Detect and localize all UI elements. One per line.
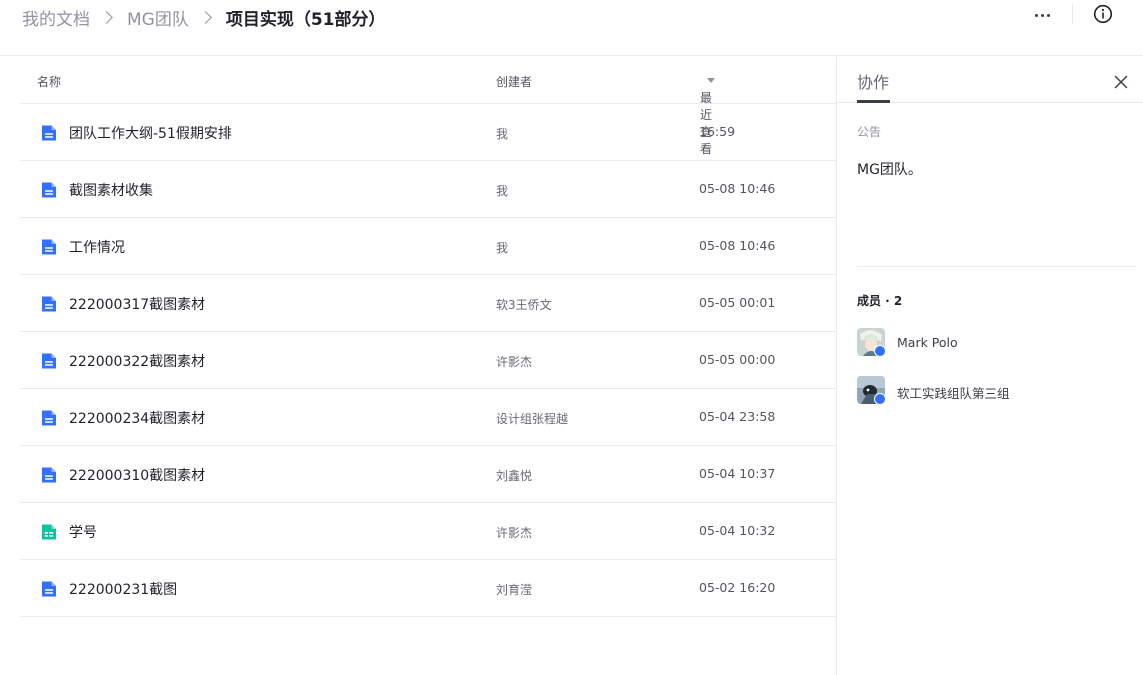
file-creator: 我 <box>496 241 509 255</box>
table-row[interactable]: 222000234截图素材 设计组张程越 05-04 23:58 <box>20 389 836 446</box>
member-name: Mark Polo <box>897 335 958 350</box>
active-tab-indicator <box>857 100 890 103</box>
table-row[interactable]: 222000231截图 刘育滢 05-02 16:20 <box>20 560 836 617</box>
members-title: 成员 · 2 <box>857 294 903 308</box>
file-last-viewed: 05-04 10:32 <box>699 523 776 538</box>
table-row[interactable]: 团队工作大纲-51假期安排 我 16:59 <box>20 104 836 161</box>
file-name: 222000231截图 <box>69 582 178 598</box>
file-name: 团队工作大纲-51假期安排 <box>69 126 232 142</box>
doc-file-icon <box>42 467 56 483</box>
file-creator: 我 <box>496 127 509 141</box>
breadcrumb-my-docs[interactable]: 我的文档 <box>22 5 90 30</box>
file-last-viewed: 05-04 23:58 <box>699 409 776 424</box>
file-creator: 软3王侨文 <box>496 298 552 312</box>
panel-divider <box>857 266 1136 267</box>
notice-text: MG团队。 <box>857 162 922 178</box>
doc-file-icon <box>42 239 56 255</box>
file-last-viewed: 05-05 00:01 <box>699 295 776 310</box>
table-row[interactable]: 截图素材收集 我 05-08 10:46 <box>20 161 836 218</box>
table-row[interactable]: 学号 许影杰 05-04 10:32 <box>20 503 836 560</box>
doc-file-icon <box>42 581 56 597</box>
column-header-last-viewed[interactable]: 最近查看 <box>700 73 715 156</box>
table-row[interactable]: 工作情况 我 05-08 10:46 <box>20 218 836 275</box>
toolbar-divider <box>1072 4 1073 24</box>
file-name: 222000234截图素材 <box>69 411 206 427</box>
file-list: 名称 创建者 最近查看 团队工作大纲-51假期安排我 16:59 截图素材收集我 05… <box>20 57 836 617</box>
column-header-name: 名称 <box>37 75 62 89</box>
file-name: 截图素材收集 <box>69 183 153 199</box>
user-badge-icon <box>874 393 885 404</box>
file-name: 工作情况 <box>69 240 125 256</box>
table-row[interactable]: 222000322截图素材 许影杰 05-05 00:00 <box>20 332 836 389</box>
chevron-right-icon <box>198 10 212 24</box>
table-row[interactable]: 222000317截图素材 软3王侨文 05-05 00:01 <box>20 275 836 332</box>
page-title: 项目实现（51部分） <box>225 9 386 30</box>
breadcrumb-team[interactable]: MG团队 <box>127 5 189 30</box>
file-name: 222000322截图素材 <box>69 354 206 370</box>
doc-file-icon <box>42 125 56 141</box>
tab-collaboration[interactable]: 协作 <box>857 69 889 93</box>
file-creator: 许影杰 <box>496 355 533 369</box>
breadcrumb: 我的文档 MG团队 项目实现（51部分） <box>22 3 386 31</box>
close-icon[interactable] <box>1113 74 1129 90</box>
file-last-viewed: 05-04 10:37 <box>699 466 776 481</box>
member-item[interactable]: 软工实践组队第三组 <box>857 376 1127 406</box>
member-name: 软工实践组队第三组 <box>897 386 1010 401</box>
file-list-header: 名称 创建者 最近查看 <box>20 57 836 156</box>
member-item[interactable]: Mark Polo <box>857 328 1127 358</box>
notice-label: 公告 <box>857 125 882 139</box>
sort-caret-icon <box>707 78 715 83</box>
file-last-viewed: 05-02 16:20 <box>699 580 776 595</box>
chevron-right-icon <box>100 10 113 24</box>
sheet-file-icon <box>42 524 56 540</box>
doc-file-icon <box>42 182 56 198</box>
file-creator: 刘鑫悦 <box>496 469 533 483</box>
doc-file-icon <box>42 410 56 426</box>
file-name: 222000317截图素材 <box>69 297 206 313</box>
file-creator: 刘育滢 <box>496 583 533 597</box>
doc-file-icon <box>42 296 56 312</box>
file-creator: 许影杰 <box>496 526 533 540</box>
file-name: 学号 <box>69 525 97 541</box>
file-name: 222000310截图素材 <box>69 468 206 484</box>
file-last-viewed: 16:59 <box>699 124 736 139</box>
doc-file-icon <box>42 353 56 369</box>
avatar <box>857 328 885 356</box>
table-row[interactable]: 222000310截图素材 刘鑫悦 05-04 10:37 <box>20 446 836 503</box>
info-circle-icon[interactable] <box>1093 4 1113 24</box>
file-last-viewed: 05-05 00:00 <box>699 352 776 367</box>
top-header: 我的文档 MG团队 项目实现（51部分） <box>0 0 1143 56</box>
file-last-viewed: 05-08 10:46 <box>699 181 776 196</box>
panel-tabs: 协作 <box>837 57 1143 103</box>
file-creator: 设计组张程越 <box>496 412 569 426</box>
file-creator: 我 <box>496 184 509 198</box>
user-badge-icon <box>874 345 885 356</box>
more-horizontal-icon[interactable] <box>1030 4 1054 26</box>
collaboration-panel: 协作 公告 MG团队。 成员 · 2 Mark Polo 软工实践组队第三组 <box>836 57 1143 675</box>
avatar <box>857 376 885 404</box>
column-header-creator: 创建者 <box>496 75 533 89</box>
file-last-viewed: 05-08 10:46 <box>699 238 776 253</box>
